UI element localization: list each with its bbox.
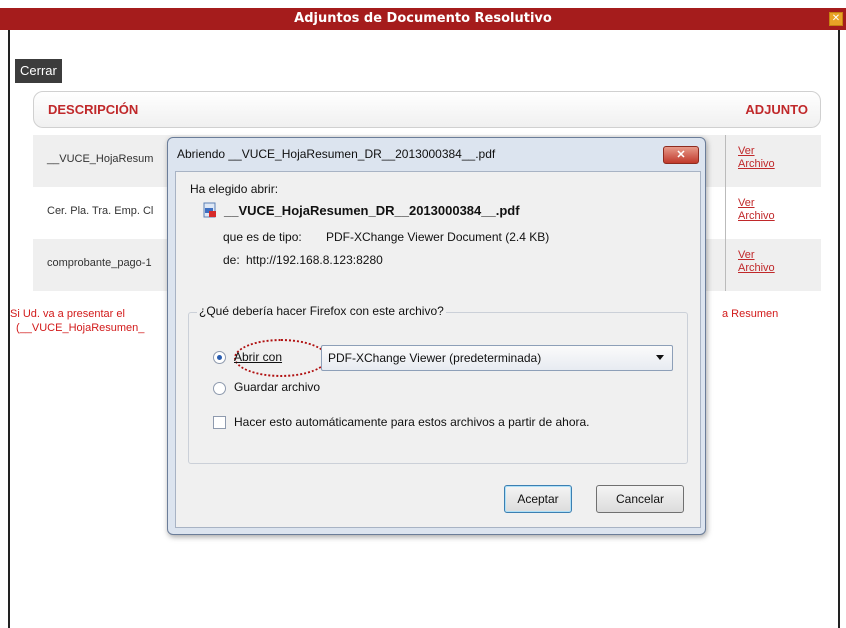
row-description: comprobante_pago-1 [47,257,152,269]
view-file-link[interactable]: Ver Archivo [738,249,775,275]
column-header-description: DESCRIPCIÓN [48,102,139,117]
panel-titlebar: Adjuntos de Documento Resolutivo ✕ [0,8,846,30]
from-label: de: [223,253,240,267]
row-description: __VUCE_HojaResum [47,153,154,165]
view-file-link-line2[interactable]: Archivo [738,262,775,274]
note-line2: (__VUCE_HojaResumen_ [16,322,145,334]
open-with-select[interactable]: PDF-XChange Viewer (predeterminada) [321,345,673,371]
table-header: DESCRIPCIÓN ADJUNTO [33,91,821,128]
auto-action-label[interactable]: Hacer esto automáticamente para estos ar… [234,415,590,429]
view-file-link[interactable]: Ver Archivo [738,197,775,223]
view-file-link-line1[interactable]: Ver [738,145,755,157]
save-file-radio[interactable] [213,382,226,395]
dialog-filename: __VUCE_HojaResumen_DR__2013000384__.pdf [224,203,520,218]
view-file-link[interactable]: Ver Archivo [738,145,775,171]
save-file-label[interactable]: Guardar archivo [234,380,320,394]
auto-action-checkbox[interactable] [213,416,226,429]
chose-label: Ha elegido abrir: [190,182,279,196]
close-button[interactable]: Cerrar [15,59,62,83]
from-value: http://192.168.8.123:8280 [246,253,383,267]
panel-close-icon[interactable]: ✕ [829,12,843,26]
dialog-title: Abriendo __VUCE_HojaResumen_DR__20130003… [177,147,496,161]
open-with-radio[interactable] [213,351,226,364]
open-with-label[interactable]: Abrir con [234,350,282,364]
dialog-body: Ha elegido abrir: __VUCE_HojaResumen_DR_… [175,171,701,528]
accept-button[interactable]: Aceptar [504,485,572,513]
note-line1-end: a Resumen [722,308,779,320]
open-file-dialog: Abriendo __VUCE_HojaResumen_DR__20130003… [167,137,706,535]
row-description: Cer. Pla. Tra. Emp. Cl [47,205,154,217]
dialog-close-icon[interactable]: ✕ [663,146,699,164]
cancel-button[interactable]: Cancelar [596,485,684,513]
open-with-selected: PDF-XChange Viewer (predeterminada) [328,351,542,365]
view-file-link-line2[interactable]: Archivo [738,210,775,222]
action-group: ¿Qué debería hacer Firefox con este arch… [188,304,688,464]
column-divider [725,239,726,291]
action-question: ¿Qué debería hacer Firefox con este arch… [197,304,446,318]
view-file-link-line1[interactable]: Ver [738,197,755,209]
type-label: que es de tipo: [223,230,302,244]
panel-right-border [838,30,840,628]
panel-title: Adjuntos de Documento Resolutivo [294,11,552,26]
chevron-down-icon [656,355,664,360]
column-divider [725,187,726,239]
view-file-link-line2[interactable]: Archivo [738,158,775,170]
note-line1-start: Si Ud. va a presentar el [10,308,125,320]
panel-left-border [8,30,10,628]
type-value: PDF-XChange Viewer Document (2.4 KB) [326,230,550,244]
view-file-link-line1[interactable]: Ver [738,249,755,261]
pdf-file-icon [203,202,216,218]
column-divider [725,135,726,187]
column-header-attachment: ADJUNTO [745,102,808,117]
